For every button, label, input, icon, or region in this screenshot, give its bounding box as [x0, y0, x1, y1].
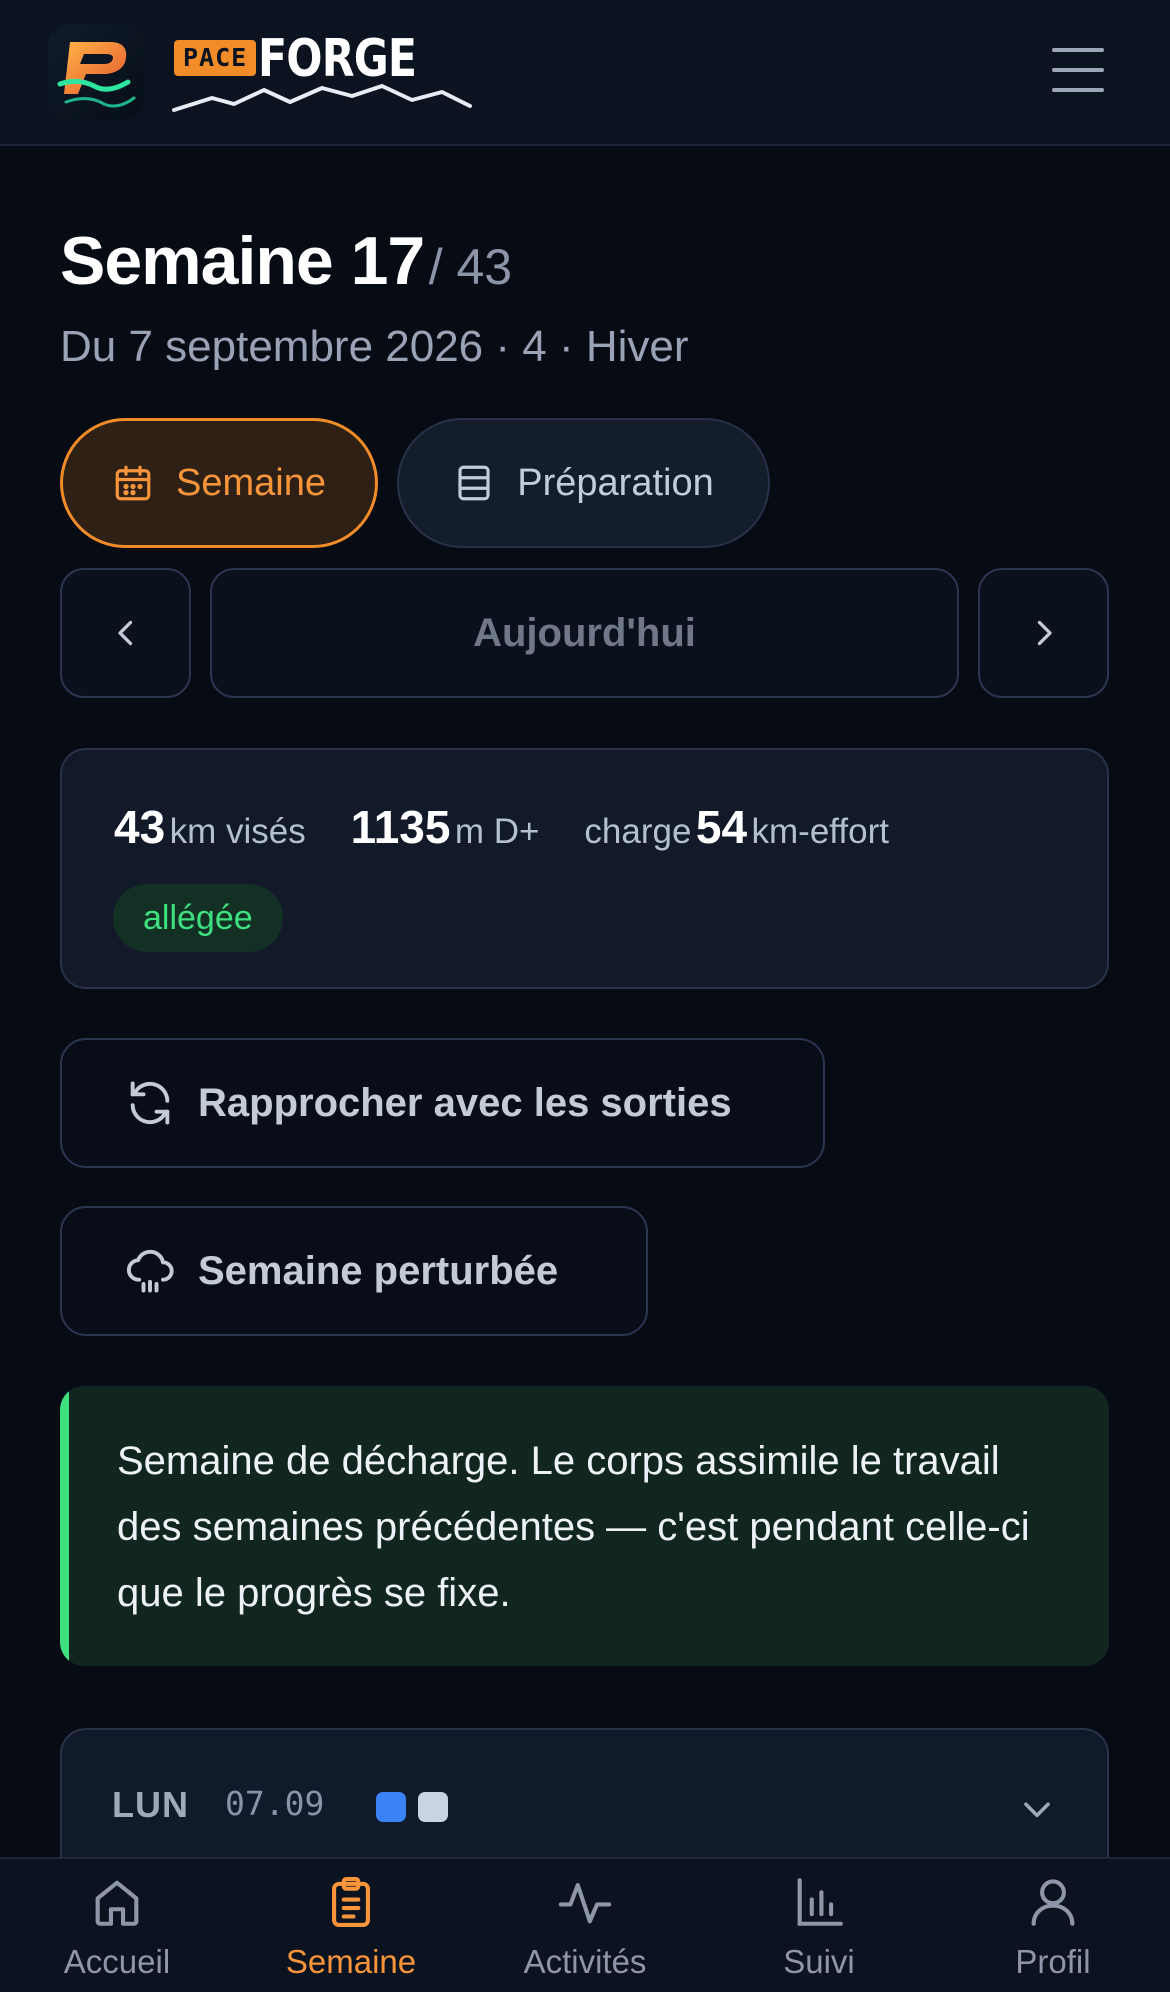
km-value: 43: [114, 801, 166, 853]
mountain-line-icon: [172, 84, 472, 112]
disrupted-week-label: Semaine perturbée: [198, 1248, 559, 1293]
tab-preparation-label: Préparation: [517, 461, 714, 504]
status-badge: allégée: [113, 884, 283, 952]
sync-activities-label: Rapprocher avec les sorties: [198, 1080, 732, 1125]
km-unit: km visés: [169, 812, 306, 851]
calendar-icon: [115, 465, 151, 501]
week-stats-card: 43 km visés 1135 m D+ charge 54 km-effor…: [60, 748, 1109, 989]
nav-label-activites: Activités: [523, 1943, 647, 1980]
callout-text: Semaine de décharge. Le corps assimile l…: [117, 1439, 1030, 1615]
cloud-rain-icon: [126, 1249, 174, 1293]
bar-chart-icon: [797, 1878, 843, 1926]
nav-item-accueil[interactable]: Accueil: [0, 1859, 234, 1992]
app-header: PACE FORGE: [0, 0, 1170, 146]
nav-label-accueil: Accueil: [63, 1943, 171, 1980]
layout-icon: [458, 465, 490, 501]
chevron-right-icon: [1037, 620, 1052, 646]
week-total: / 43: [428, 239, 513, 295]
nav-label-semaine: Semaine: [285, 1943, 417, 1980]
pace-forge-logo: PACE FORGE: [172, 30, 472, 114]
week-subtitle: Du 7 septembre 2026 · 4 · Hiver: [60, 322, 689, 371]
refresh-icon: [130, 1081, 170, 1125]
session-dot: [376, 1792, 406, 1822]
activity-icon: [558, 1883, 612, 1924]
elevation-value: 1135: [350, 801, 451, 853]
home-icon: [95, 1880, 139, 1926]
page-title-row: Semaine 17 / 43: [60, 222, 512, 300]
tab-preparation[interactable]: Préparation: [397, 418, 770, 548]
clipboard-icon: [332, 1876, 370, 1928]
logo-pace-text: PACE: [174, 40, 257, 76]
day-name: LUN: [112, 1784, 189, 1825]
today-button[interactable]: Aujourd'hui: [210, 568, 959, 698]
previous-week-button[interactable]: [60, 568, 191, 698]
tab-semaine[interactable]: Semaine: [60, 418, 378, 548]
charge-label: charge: [584, 812, 692, 851]
nav-item-profil[interactable]: Profil: [936, 1859, 1170, 1992]
page-title: Semaine 17: [60, 223, 425, 299]
nav-label-profil: Profil: [1015, 1943, 1091, 1980]
day-date: 07.09: [225, 1784, 325, 1823]
chevron-left-icon: [117, 620, 132, 646]
charge-value: 54: [695, 801, 748, 853]
sync-activities-button[interactable]: Rapprocher avec les sorties: [60, 1038, 825, 1168]
nav-item-semaine[interactable]: Semaine: [234, 1859, 468, 1992]
app-icon[interactable]: [48, 24, 144, 120]
nav-item-suivi[interactable]: Suivi: [702, 1859, 936, 1992]
bottom-navigation: Accueil Semaine Activités Suivi Profil: [0, 1857, 1170, 1992]
callout-accent-bar: [60, 1386, 69, 1666]
week-info-callout: Semaine de décharge. Le corps assimile l…: [60, 1386, 1109, 1666]
chevron-down-icon[interactable]: [1018, 1790, 1056, 1828]
next-week-button[interactable]: [978, 568, 1109, 698]
user-icon: [1031, 1879, 1075, 1926]
nav-label-suivi: Suivi: [783, 1943, 855, 1980]
nav-item-activites[interactable]: Activités: [468, 1859, 702, 1992]
session-dot: [418, 1792, 448, 1822]
elevation-unit: m D+: [454, 812, 540, 851]
tab-semaine-label: Semaine: [176, 461, 326, 504]
menu-icon[interactable]: [1050, 44, 1106, 96]
charge-unit: km-effort: [751, 812, 889, 851]
stats-line: 43 km visés 1135 m D+ charge 54 km-effor…: [114, 800, 889, 854]
disrupted-week-button[interactable]: Semaine perturbée: [60, 1206, 648, 1336]
